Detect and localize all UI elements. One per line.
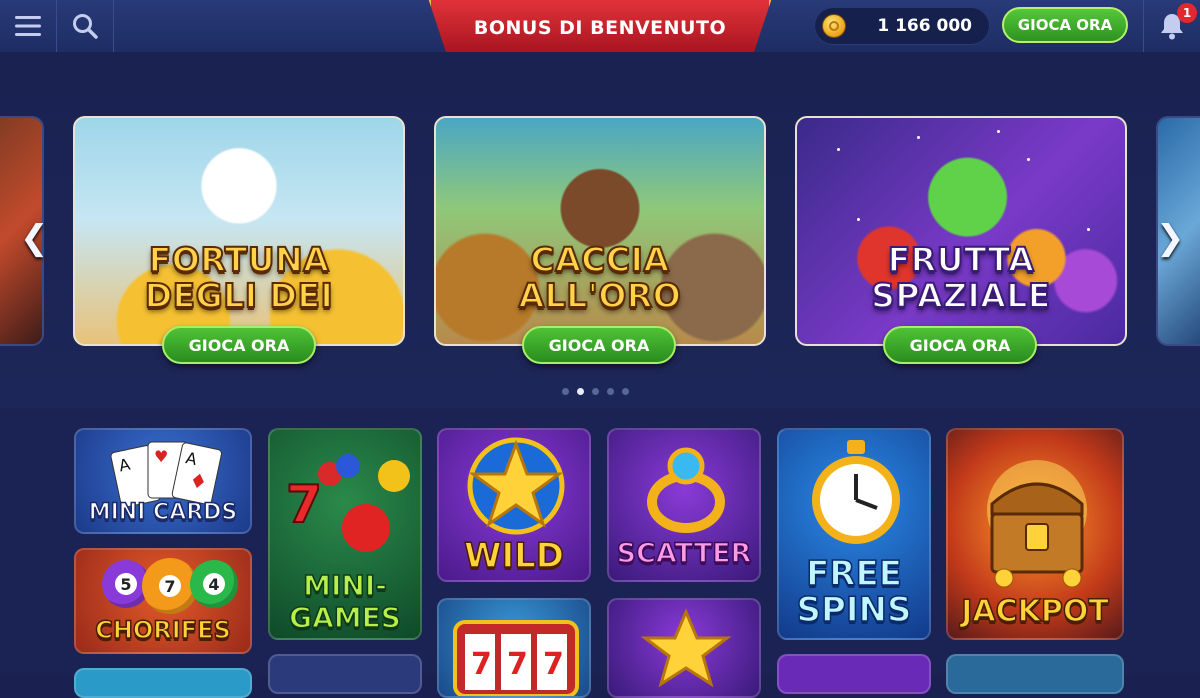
pagination-dot[interactable] (562, 388, 569, 395)
fruit-seven-icon: 7 (285, 454, 410, 552)
game-tile-mini-cards[interactable]: A ♥ A ♦ MINI CARDS (74, 428, 252, 534)
card-play-button[interactable]: GIOCA ORA (162, 326, 316, 364)
playing-cards-icon: A ♥ A♦ (110, 441, 223, 508)
star-icon (641, 608, 731, 688)
game-card-caccia-all-oro[interactable]: CACCIA ALL'ORO (434, 116, 766, 346)
svg-text:7: 7 (543, 647, 564, 682)
game-tile-star[interactable] (607, 598, 761, 698)
game-tile-partial[interactable] (946, 654, 1124, 694)
coin-balance: 1 166 000 (814, 7, 990, 45)
welcome-bonus-banner[interactable]: BONUS DI BENVENUTO (428, 0, 772, 60)
notification-badge: 1 (1177, 3, 1197, 23)
play-now-button[interactable]: GIOCA ORA (1002, 7, 1128, 43)
tile-label: MINI- GAMES (288, 569, 401, 635)
tile-label: WILD (463, 535, 565, 577)
card-title: CACCIA ALL'ORO (518, 240, 682, 315)
game-tile-partial[interactable] (74, 668, 252, 698)
featured-carousel: ❮ ❯ FORTUNA DEGLI DEI CACCIA ALL'ORO FRU… (0, 52, 1200, 408)
tile-label: JACKPOT (960, 593, 1109, 630)
svg-text:7: 7 (286, 475, 322, 535)
game-tile-partial[interactable] (777, 654, 931, 694)
game-grid: A ♥ A ♦ MINI CARDS 5 7 4 CHORIFES 7 MINI-… (0, 408, 1200, 698)
game-tile-slot-sevens[interactable]: 7 7 7 (437, 598, 591, 698)
search-icon (73, 14, 98, 39)
search-button[interactable] (57, 0, 114, 52)
carousel-pagination (562, 388, 629, 395)
tile-label: SCATTER (616, 537, 752, 570)
card-title: FORTUNA DEGLI DEI (144, 240, 334, 315)
treasure-chest-icon (987, 460, 1087, 588)
star-icon (467, 437, 565, 535)
svg-text:7: 7 (507, 647, 528, 682)
banner-label: BONUS DI BENVENUTO (473, 16, 727, 39)
slot-machine-icon: 7 7 7 (453, 620, 579, 696)
game-card-frutta-spaziale[interactable]: FRUTTA SPAZIALE (795, 116, 1127, 346)
game-tile-jackpot[interactable]: JACKPOT (946, 428, 1124, 640)
card-play-button[interactable]: GIOCA ORA (522, 326, 676, 364)
game-tile-scatter[interactable]: SCATTER (607, 428, 761, 582)
tile-label: FREE SPINS (796, 554, 913, 630)
balance-value: 1 166 000 (877, 16, 972, 36)
card-play-button[interactable]: GIOCA ORA (883, 326, 1037, 364)
pagination-dot[interactable] (622, 388, 629, 395)
ring-icon (647, 447, 725, 533)
stopwatch-icon (812, 440, 900, 544)
tile-label: CHORIFES (94, 615, 231, 645)
bingo-ball-icon: 4 (190, 560, 238, 608)
game-tile-partial[interactable] (268, 654, 422, 694)
game-tile-wild[interactable]: WILD (437, 428, 591, 582)
svg-text:7: 7 (471, 647, 492, 682)
menu-button[interactable] (0, 0, 57, 52)
pagination-dot-active[interactable] (577, 388, 584, 395)
menu-icon (15, 16, 41, 36)
top-bar: BONUS DI BENVENUTO 1 166 000 GIOCA ORA 1 (0, 0, 1200, 60)
pagination-dot[interactable] (592, 388, 599, 395)
chevron-left-icon[interactable]: ❮ (20, 218, 49, 258)
game-tile-chorifes[interactable]: 5 7 4 CHORIFES (74, 548, 252, 654)
tile-label: MINI CARDS (88, 499, 238, 526)
game-tile-mini-games[interactable]: 7 MINI- GAMES (268, 428, 422, 640)
coin-icon (822, 14, 846, 38)
card-title: FRUTTA SPAZIALE (870, 240, 1051, 315)
chevron-right-icon[interactable]: ❯ (1156, 218, 1185, 258)
svg-text:♥: ♥ (154, 447, 168, 466)
game-tile-free-spins[interactable]: FREE SPINS (777, 428, 931, 640)
game-card-fortuna-degli-dei[interactable]: FORTUNA DEGLI DEI (73, 116, 405, 346)
pagination-dot[interactable] (607, 388, 614, 395)
